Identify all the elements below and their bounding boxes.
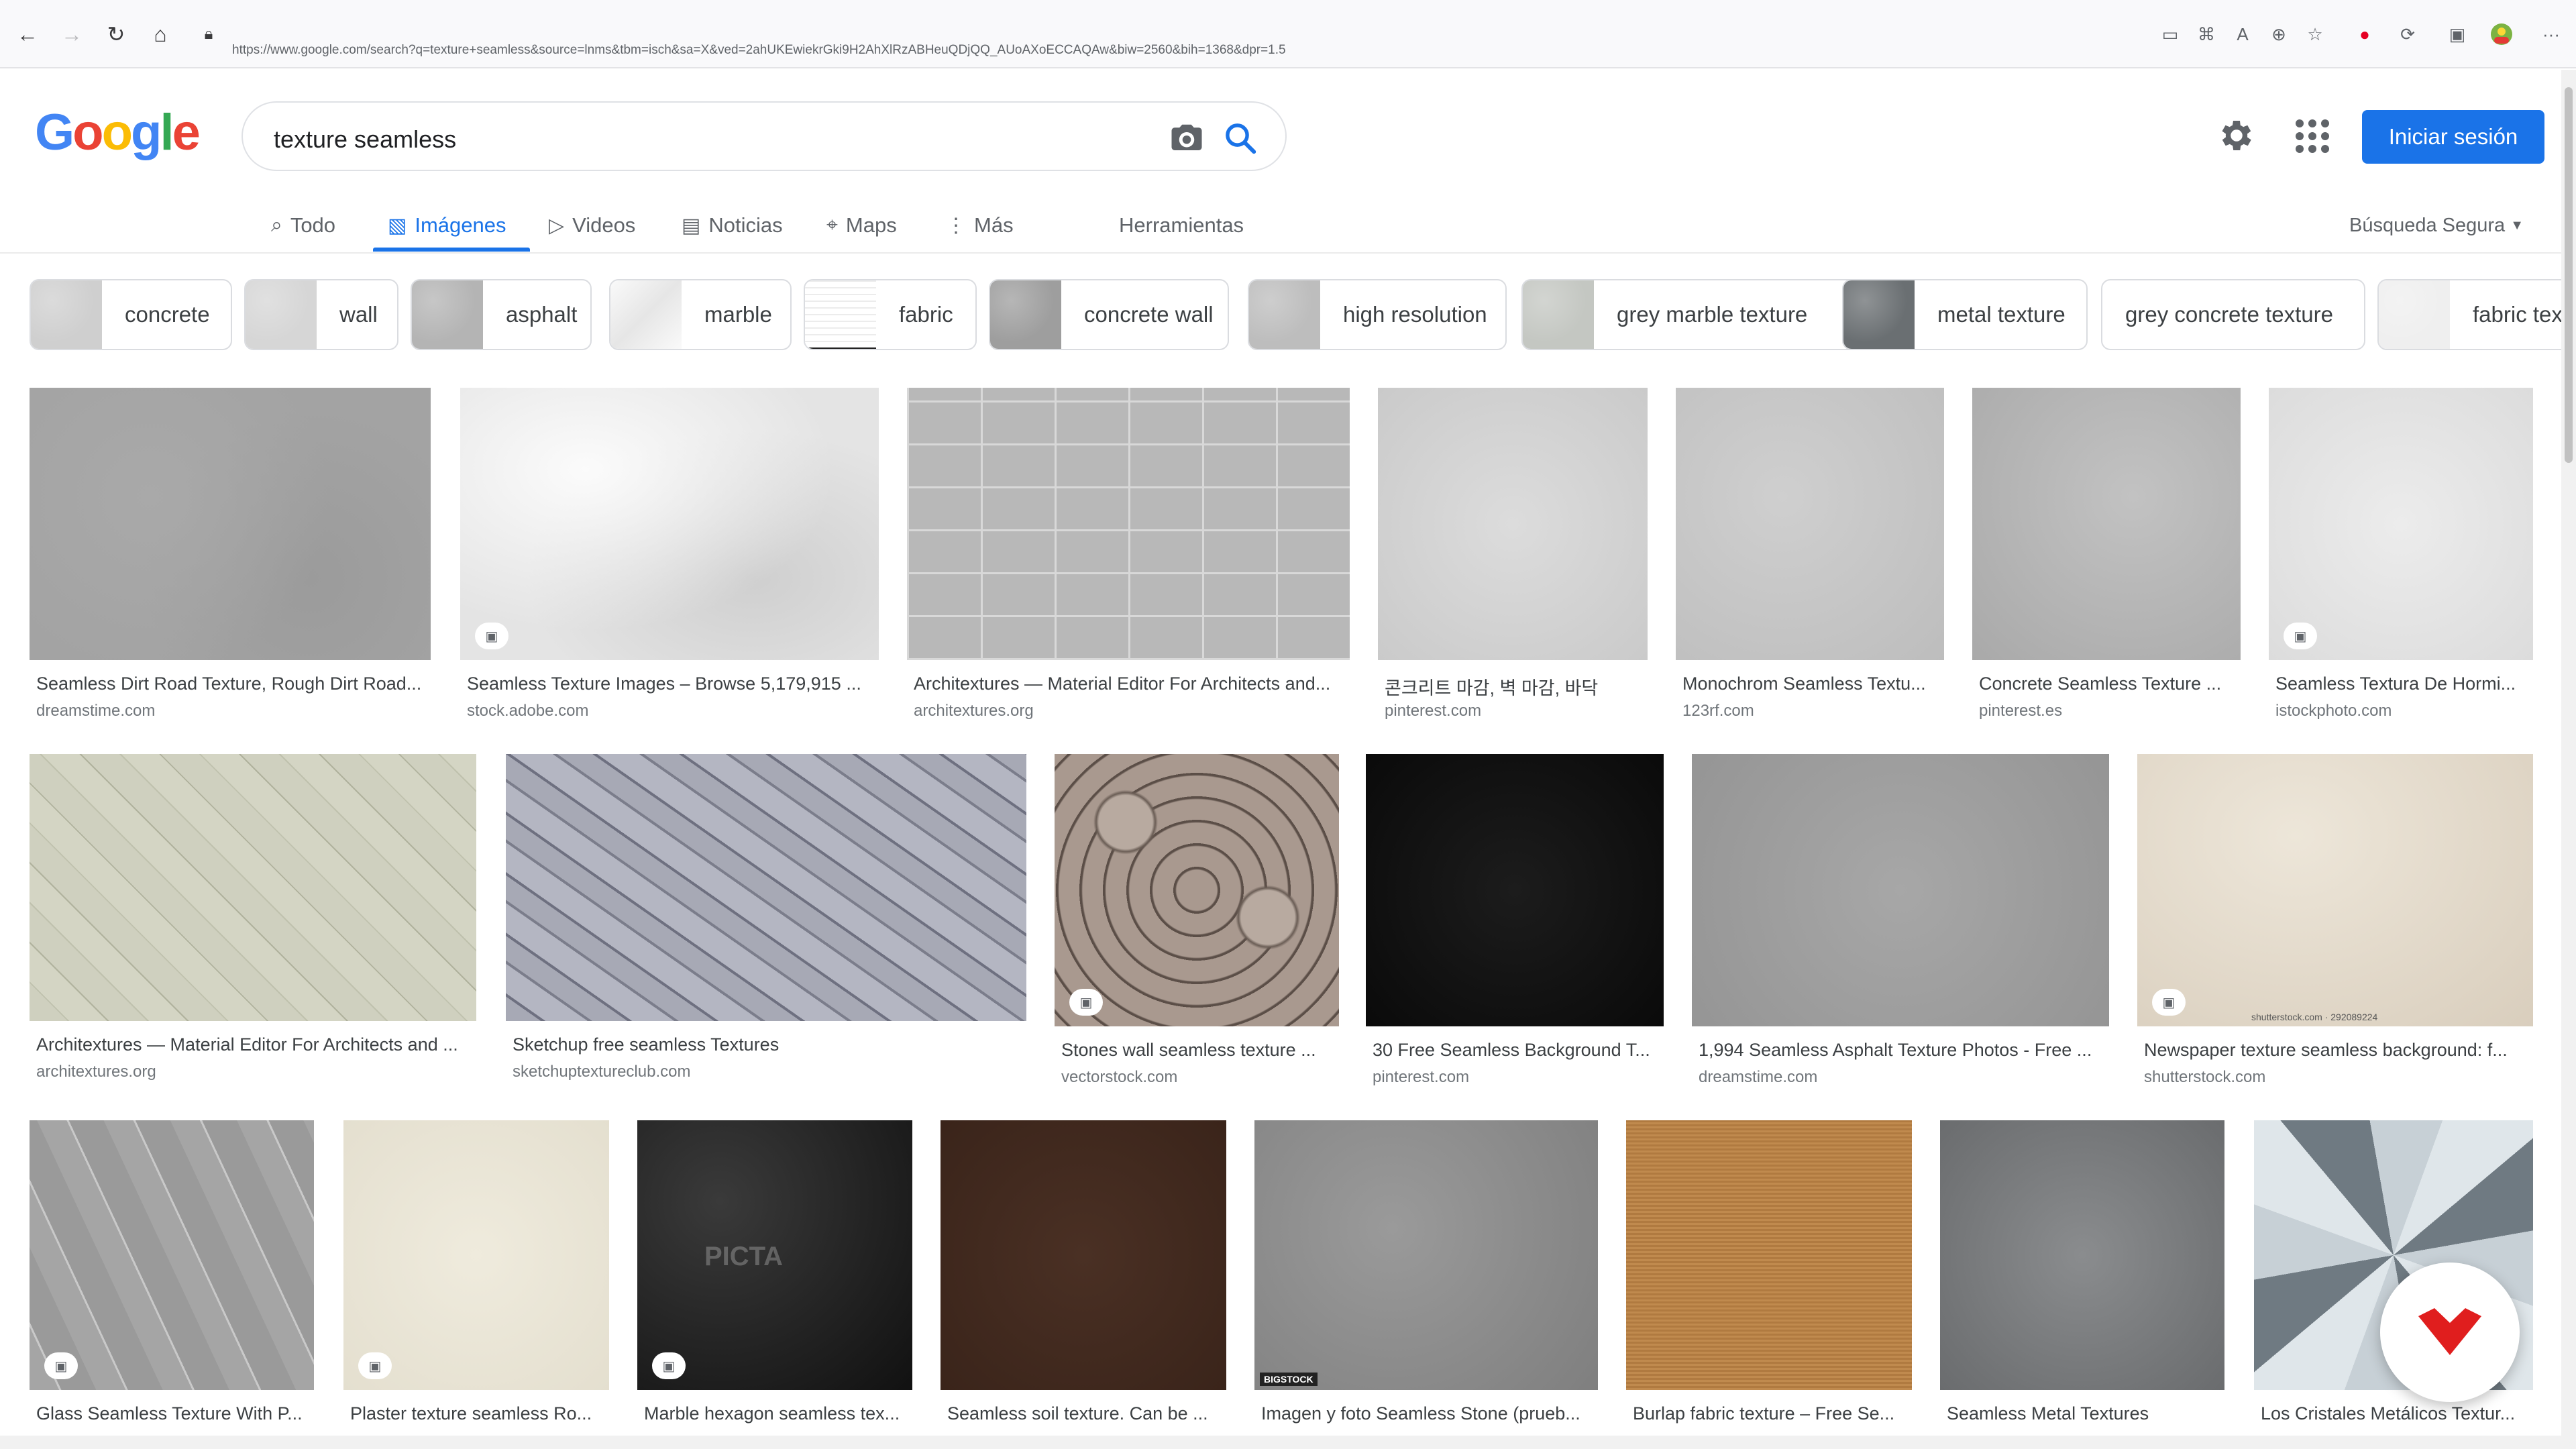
result-thumbnail[interactable] — [1378, 388, 1648, 660]
result-title[interactable]: Los Cristales Metálicos Textur... — [2261, 1403, 2526, 1424]
floating-logo-badge[interactable] — [2380, 1263, 2520, 1402]
vertical-scrollbar[interactable] — [2561, 70, 2576, 1449]
red-heart-logo-icon — [2418, 1308, 2481, 1355]
image-result[interactable]: Burlap fabric texture – Free Se... — [1626, 1120, 1912, 1449]
result-title[interactable]: Newspaper texture seamless background: f… — [2144, 1040, 2526, 1061]
result-source[interactable]: pinterest.com — [1385, 702, 1481, 720]
result-title[interactable]: 30 Free Seamless Background T... — [1373, 1040, 1657, 1061]
result-source[interactable]: istockphoto.com — [2275, 702, 2392, 720]
result-title[interactable]: Burlap fabric texture – Free Se... — [1633, 1403, 1905, 1424]
result-title[interactable]: Architextures — Material Editor For Arch… — [914, 674, 1343, 694]
image-result[interactable]: Sketchup free seamless Textures sketchupt… — [506, 754, 1026, 1135]
result-source[interactable]: dreamstime.com — [1699, 1068, 1817, 1087]
image-badge-icon: ▣ — [2152, 989, 2186, 1016]
result-title[interactable]: Concrete Seamless Texture ... — [1979, 674, 2234, 694]
result-thumbnail[interactable] — [1626, 1120, 1912, 1390]
image-badge-icon: ▣ — [652, 1352, 686, 1379]
image-result[interactable]: Monochrom Seamless Textu... 123rf.com — [1676, 388, 1944, 774]
image-result[interactable]: Architextures — Material Editor For Arch… — [30, 754, 476, 1135]
result-thumbnail[interactable] — [343, 1120, 609, 1390]
result-thumbnail[interactable] — [1055, 754, 1339, 1026]
result-thumbnail[interactable] — [1940, 1120, 2224, 1390]
result-title[interactable]: Plaster texture seamless Ro... — [350, 1403, 602, 1424]
image-badge-icon: ▣ — [44, 1352, 78, 1379]
result-title[interactable]: Marble hexagon seamless tex... — [644, 1403, 906, 1424]
result-thumbnail[interactable] — [1366, 754, 1664, 1026]
watermark-text: PICTA — [704, 1242, 784, 1271]
image-results-grid: Seamless Dirt Road Texture, Rough Dirt R… — [0, 0, 2561, 1436]
image-result[interactable]: ▣ Glass Seamless Texture With P... — [30, 1120, 314, 1449]
result-thumbnail[interactable] — [30, 1120, 314, 1390]
result-title[interactable]: Seamless Dirt Road Texture, Rough Dirt R… — [36, 674, 424, 694]
image-result[interactable]: Concrete Seamless Texture ... pinterest.e… — [1972, 388, 2241, 774]
image-result[interactable]: shutterstock.com · 292089224 ▣ Newspaper t… — [2137, 754, 2533, 1140]
image-result[interactable]: 콘크리트 마감, 벽 마감, 바닥 pinterest.com — [1378, 388, 1648, 774]
result-thumbnail[interactable] — [1692, 754, 2109, 1026]
image-result[interactable]: BIGSTOCK Imagen y foto Seamless Stone (pr… — [1254, 1120, 1598, 1449]
result-thumbnail[interactable] — [30, 754, 476, 1021]
image-badge-icon: ▣ — [2284, 623, 2317, 649]
result-thumbnail[interactable] — [2137, 754, 2533, 1026]
result-title[interactable]: 콘크리트 마감, 벽 마감, 바닥 — [1385, 674, 1641, 700]
result-thumbnail[interactable] — [1972, 388, 2241, 660]
watermark-text: shutterstock.com · 292089224 — [2251, 1012, 2378, 1022]
result-thumbnail[interactable] — [907, 388, 1350, 660]
image-result[interactable]: Seamless Metal Textures — [1940, 1120, 2224, 1449]
image-result[interactable]: 30 Free Seamless Background T... pinteres… — [1366, 754, 1664, 1140]
image-badge-icon: ▣ — [475, 623, 508, 649]
image-result[interactable]: ▣ Seamless Texture Images – Browse 5,179,… — [460, 388, 879, 774]
horizontal-scrollbar[interactable] — [0, 1436, 2561, 1449]
scrollbar-thumb[interactable] — [2565, 87, 2573, 463]
result-source[interactable]: pinterest.com — [1373, 1068, 1469, 1087]
image-badge-icon: ▣ — [1069, 989, 1103, 1016]
result-thumbnail[interactable] — [941, 1120, 1226, 1390]
image-result[interactable]: ▣ Plaster texture seamless Ro... — [343, 1120, 609, 1449]
result-title[interactable]: Seamless Textura De Hormi... — [2275, 674, 2526, 694]
image-result[interactable]: ▣ Stones wall seamless texture ... vectors… — [1055, 754, 1339, 1140]
result-title[interactable]: Architextures — Material Editor For Arch… — [36, 1034, 470, 1055]
result-thumbnail[interactable] — [30, 388, 431, 660]
image-result[interactable]: Seamless soil texture. Can be ... — [941, 1120, 1226, 1449]
watermark-text: BIGSTOCK — [1260, 1373, 1318, 1386]
result-source[interactable]: architextures.org — [914, 702, 1034, 720]
result-source[interactable]: architextures.org — [36, 1063, 156, 1081]
result-source[interactable]: sketchuptextureclub.com — [513, 1063, 690, 1081]
result-thumbnail[interactable] — [1676, 388, 1944, 660]
result-thumbnail[interactable] — [1254, 1120, 1598, 1390]
result-thumbnail[interactable] — [2269, 388, 2533, 660]
image-result[interactable]: Seamless Dirt Road Texture, Rough Dirt R… — [30, 388, 431, 774]
image-result[interactable]: PICTA ▣ Marble hexagon seamless tex... — [637, 1120, 912, 1449]
result-title[interactable]: Seamless soil texture. Can be ... — [947, 1403, 1220, 1424]
image-result[interactable]: ▣ Seamless Textura De Hormi... istockphoto… — [2269, 388, 2533, 774]
image-badge-icon: ▣ — [358, 1352, 392, 1379]
result-title[interactable]: Stones wall seamless texture ... — [1061, 1040, 1332, 1061]
result-title[interactable]: Seamless Texture Images – Browse 5,179,9… — [467, 674, 872, 694]
result-title[interactable]: Seamless Metal Textures — [1947, 1403, 2218, 1424]
result-source[interactable]: shutterstock.com — [2144, 1068, 2265, 1087]
result-source[interactable]: dreamstime.com — [36, 702, 155, 720]
image-result[interactable]: Architextures — Material Editor For Arch… — [907, 388, 1350, 774]
result-title[interactable]: Imagen y foto Seamless Stone (prueb... — [1261, 1403, 1591, 1424]
result-source[interactable]: vectorstock.com — [1061, 1068, 1177, 1087]
result-thumbnail[interactable] — [460, 388, 879, 660]
result-title[interactable]: Glass Seamless Texture With P... — [36, 1403, 307, 1424]
result-thumbnail[interactable] — [506, 754, 1026, 1021]
result-source[interactable]: pinterest.es — [1979, 702, 2062, 720]
result-title[interactable]: 1,994 Seamless Asphalt Texture Photos - … — [1699, 1040, 2102, 1061]
image-result[interactable]: 1,994 Seamless Asphalt Texture Photos - … — [1692, 754, 2109, 1140]
result-source[interactable]: 123rf.com — [1682, 702, 1754, 720]
result-title[interactable]: Monochrom Seamless Textu... — [1682, 674, 1937, 694]
result-source[interactable]: stock.adobe.com — [467, 702, 588, 720]
result-title[interactable]: Sketchup free seamless Textures — [513, 1034, 1020, 1055]
